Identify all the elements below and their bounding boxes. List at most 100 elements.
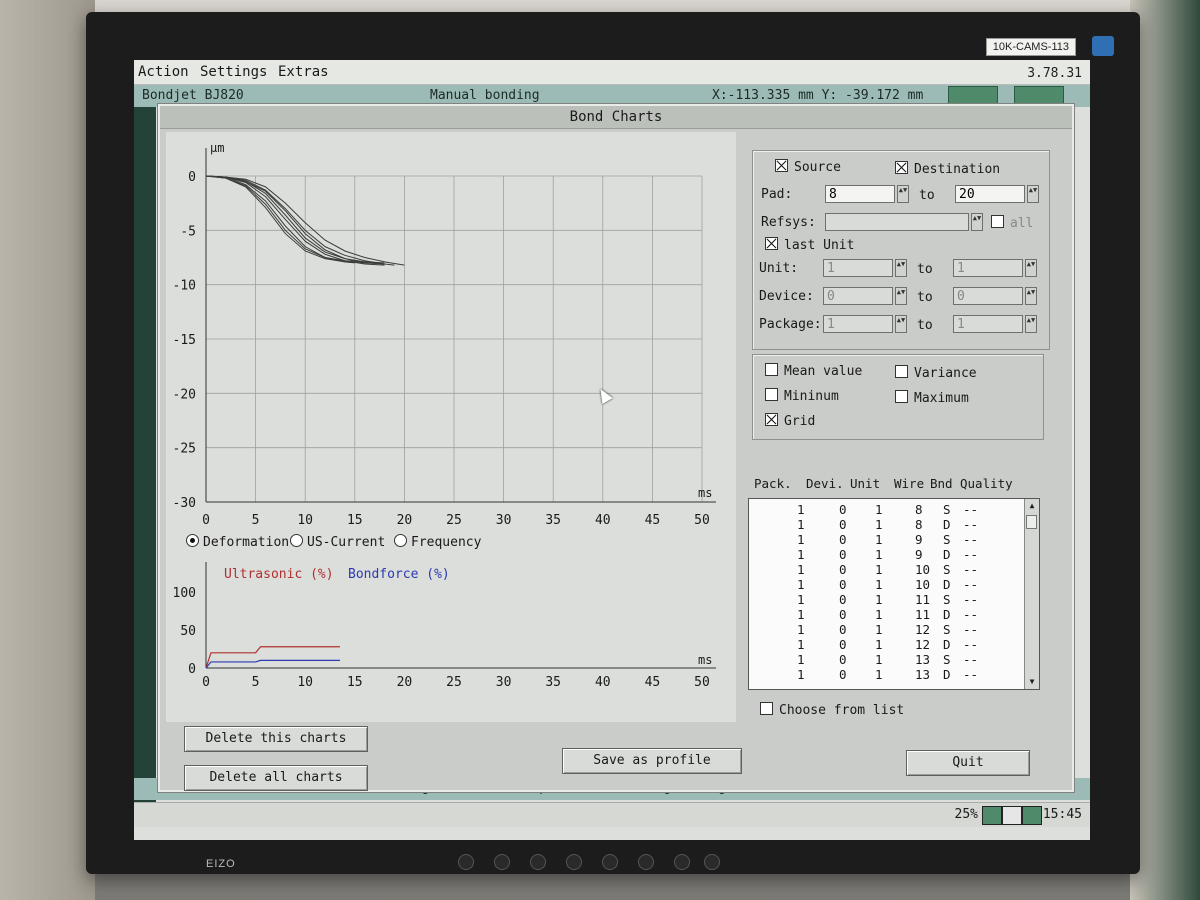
bondforce-series-line <box>205 659 340 669</box>
quit-button[interactable]: Quit <box>906 750 1030 776</box>
table-cell: D <box>943 517 951 532</box>
pad-from-spinner[interactable]: ▲▼ <box>897 185 909 203</box>
refsys-spinner[interactable]: ▲▼ <box>971 213 983 231</box>
x-tick-label: 35 <box>545 513 561 528</box>
table-row[interactable]: 1 0 1 8 D -- <box>749 517 1019 533</box>
package-to-spinner[interactable]: ▲▼ <box>1025 315 1037 333</box>
x-tick-label: 5 <box>252 513 260 528</box>
table-cell: 0 <box>839 637 847 652</box>
table-row[interactable]: 1 0 1 12 D -- <box>749 637 1019 653</box>
variance-checkbox[interactable]: Variance <box>895 365 977 381</box>
scroll-down-icon[interactable]: ▼ <box>1025 675 1039 689</box>
table-row[interactable]: 1 0 1 8 S -- <box>749 502 1019 518</box>
x-unit-label: ms <box>698 486 712 500</box>
clock: 15:45 <box>1042 807 1082 822</box>
bezel-button-4[interactable] <box>566 854 582 870</box>
choose-from-list-checkbox[interactable]: Choose from list <box>760 702 904 718</box>
list-scrollbar[interactable]: ▲ ▼ <box>1024 499 1039 689</box>
bezel-button-3[interactable] <box>530 854 546 870</box>
delete-this-charts-button[interactable]: Delete this charts <box>184 726 368 752</box>
table-cell: 0 <box>839 622 847 637</box>
table-row[interactable]: 1 0 1 9 D -- <box>749 547 1019 563</box>
power-button[interactable] <box>704 854 720 870</box>
table-cell: -- <box>963 577 979 592</box>
radio-deformation[interactable]: Deformation <box>186 534 289 550</box>
device-to-field[interactable]: 0 <box>953 287 1023 305</box>
table-cell: 11 <box>915 592 931 607</box>
save-as-profile-button[interactable]: Save as profile <box>562 748 742 774</box>
lower-x-tick-label: 25 <box>446 675 462 690</box>
table-row[interactable]: 1 0 1 9 S -- <box>749 532 1019 548</box>
delete-all-charts-button[interactable]: Delete all charts <box>184 765 368 791</box>
table-cell: 1 <box>875 637 883 652</box>
table-row[interactable]: 1 0 1 10 D -- <box>749 577 1019 593</box>
unit-from-field[interactable]: 1 <box>823 259 893 277</box>
table-cell: 1 <box>875 547 883 562</box>
unit-to-spinner[interactable]: ▲▼ <box>1025 259 1037 277</box>
table-row[interactable]: 1 0 1 12 S -- <box>749 622 1019 638</box>
bezel-button-7[interactable] <box>674 854 690 870</box>
all-checkbox[interactable]: all <box>991 215 1033 231</box>
bezel-button-1[interactable] <box>458 854 474 870</box>
table-cell: S <box>943 592 951 607</box>
table-row[interactable]: 1 0 1 13 S -- <box>749 652 1019 668</box>
brand-logo: EIZO <box>206 858 236 870</box>
minimum-label: Mininum <box>784 389 839 404</box>
minimum-checkbox[interactable]: Mininum <box>765 388 839 404</box>
menu-action[interactable]: Action <box>138 64 189 80</box>
device-from-field[interactable]: 0 <box>823 287 893 305</box>
bezel-button-2[interactable] <box>494 854 510 870</box>
table-cell: 1 <box>797 532 805 547</box>
menu-extras[interactable]: Extras <box>278 64 329 80</box>
device-to-spinner[interactable]: ▲▼ <box>1025 287 1037 305</box>
package-from-field[interactable]: 1 <box>823 315 893 333</box>
table-cell: 1 <box>875 607 883 622</box>
bezel-button-6[interactable] <box>638 854 654 870</box>
scroll-thumb[interactable] <box>1026 515 1037 529</box>
x-tick-label: 25 <box>446 513 462 528</box>
grid-checkbox[interactable]: Grid <box>765 413 815 429</box>
last-unit-checkbox[interactable]: last Unit <box>765 237 854 253</box>
x-tick-label: 0 <box>202 513 210 528</box>
grid-label: Grid <box>784 414 816 429</box>
all-check-mark <box>991 215 1004 228</box>
menu-settings[interactable]: Settings <box>200 64 267 80</box>
table-cell: 1 <box>797 622 805 637</box>
table-cell: 1 <box>875 652 883 667</box>
bezel-button-5[interactable] <box>602 854 618 870</box>
pad-from-field[interactable]: 8 <box>825 185 895 203</box>
package-from-spinner[interactable]: ▲▼ <box>895 315 907 333</box>
table-row[interactable]: 1 0 1 13 D -- <box>749 667 1019 683</box>
table-cell: S <box>943 622 951 637</box>
package-to-field[interactable]: 1 <box>953 315 1023 333</box>
mean-value-checkbox[interactable]: Mean value <box>765 363 862 379</box>
source-checkbox[interactable]: Source <box>775 159 841 175</box>
key-button[interactable] <box>948 86 998 106</box>
pad-to-field[interactable]: 20 <box>955 185 1025 203</box>
maximum-checkbox[interactable]: Maximum <box>895 390 969 406</box>
device-from-spinner[interactable]: ▲▼ <box>895 287 907 305</box>
table-row[interactable]: 1 0 1 11 S -- <box>749 592 1019 608</box>
statistics-panel: Mean value Variance Mininum Maximum Grid <box>752 354 1044 440</box>
table-row[interactable]: 1 0 1 10 S -- <box>749 562 1019 578</box>
scroll-up-icon[interactable]: ▲ <box>1025 499 1039 513</box>
refsys-select[interactable] <box>825 213 969 231</box>
table-cell: D <box>943 607 951 622</box>
radio-frequency[interactable]: Frequency <box>394 534 481 550</box>
x-tick-label: 50 <box>694 513 710 528</box>
bond-list[interactable]: ▲ ▼ 1 0 1 8 S -- 1 0 1 8 D -- 1 0 1 9 S -- 1 0 1 9 D -- 1 0 1 10 S --… <box>748 498 1040 690</box>
radio-us-current[interactable]: US-Current <box>290 534 385 550</box>
x-tick-label: 10 <box>297 513 313 528</box>
destination-checkbox[interactable]: Destination <box>895 161 1000 177</box>
table-cell: 1 <box>797 637 805 652</box>
mean-check-mark <box>765 363 778 376</box>
variance-label: Variance <box>914 366 977 381</box>
unit-from-spinner[interactable]: ▲▼ <box>895 259 907 277</box>
zoom-level: 25% <box>954 807 978 822</box>
table-cell: -- <box>963 607 979 622</box>
table-row[interactable]: 1 0 1 11 D -- <box>749 607 1019 623</box>
table-cell: 1 <box>797 592 805 607</box>
info-button[interactable] <box>1014 86 1064 106</box>
pad-to-spinner[interactable]: ▲▼ <box>1027 185 1039 203</box>
unit-to-field[interactable]: 1 <box>953 259 1023 277</box>
